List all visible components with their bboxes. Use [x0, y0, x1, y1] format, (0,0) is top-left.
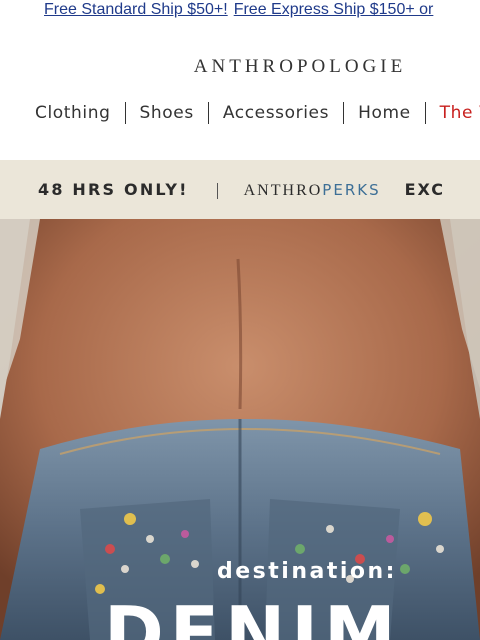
- anthroperks-logo-anthro: ANTHRO: [243, 182, 323, 199]
- promo-duration: 48 HRS ONLY!: [38, 180, 189, 199]
- nav-item-accessories[interactable]: Accessories: [223, 100, 329, 126]
- anthroperks-logo-perks: PERKS: [322, 181, 381, 199]
- nav-divider: [207, 102, 209, 124]
- promo-trailing-text: EXC: [404, 180, 446, 199]
- hero-headline: DENIM: [104, 591, 402, 640]
- standard-shipping-link[interactable]: Free Standard Ship $50+!: [44, 1, 228, 18]
- shipping-banner: Free Standard Ship $50+! Free Express Shi…: [0, 0, 480, 22]
- nav-item-shoes[interactable]: Shoes: [140, 100, 194, 126]
- hero-kicker: destination:: [217, 559, 397, 584]
- nav-divider: [343, 102, 345, 124]
- promo-divider: [216, 182, 218, 199]
- hero-banner[interactable]: destination: DENIM: [0, 219, 480, 640]
- express-shipping-link[interactable]: Free Express Ship $150+ or: [234, 1, 434, 18]
- nav-divider: [424, 102, 426, 124]
- anthropologie-logo[interactable]: ANTHROPOLOGIE: [0, 56, 480, 78]
- nav-item-home[interactable]: Home: [358, 100, 411, 126]
- nav-divider: [124, 102, 126, 124]
- nav-item-clothing[interactable]: Clothing: [35, 100, 111, 126]
- anthroperks-promo-banner[interactable]: 48 HRS ONLY! ANTHROPERKS EXC: [0, 160, 480, 219]
- nav-item-the-v[interactable]: The V-: [440, 100, 480, 126]
- main-nav: Clothing Shoes Accessories Home The V-: [0, 100, 480, 126]
